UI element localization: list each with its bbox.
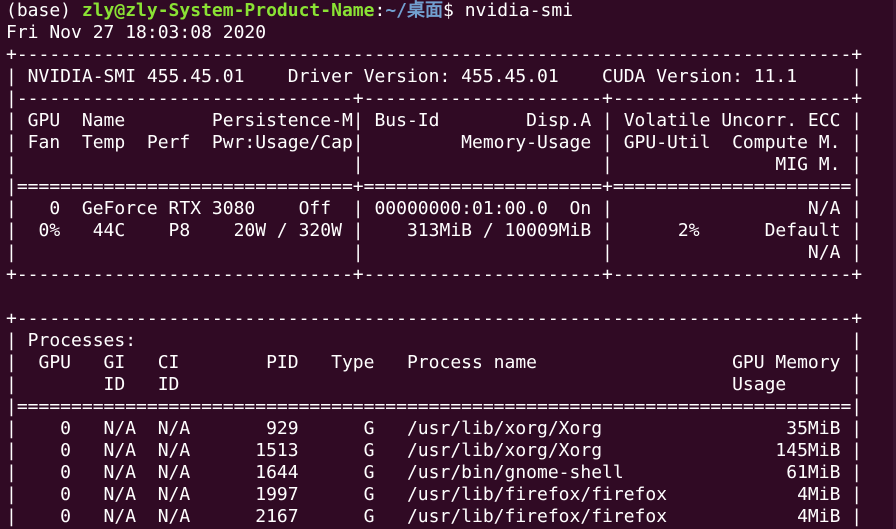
process-row: | 0 N/A N/A 929 G /usr/lib/xorg/Xorg 35M… (6, 418, 863, 439)
prompt-separator: : (374, 0, 386, 21)
conda-env: (base) (6, 0, 82, 21)
timestamp-line: Fri Nov 27 18:03:08 2020 (6, 22, 267, 43)
gpu-table-divider: |-------------------------------+-------… (6, 88, 863, 109)
gpu-row-3: | | | N/A | (6, 242, 863, 263)
process-row: | 0 N/A N/A 1997 G /usr/lib/firefox/fire… (6, 484, 863, 505)
gpu-table-header-2: | Fan Temp Perf Pwr:Usage/Cap| Memory-Us… (6, 132, 863, 153)
user-host: zly@zly-System-Product-Name (81, 0, 375, 21)
process-row: | 0 N/A N/A 2167 G /usr/lib/firefox/fire… (6, 506, 863, 527)
current-path: ~/桌面 (385, 0, 443, 21)
gpu-row-2: | 0% 44C P8 20W / 320W | 313MiB / 10009M… (6, 220, 863, 241)
process-table-header-separator: |=======================================… (6, 396, 863, 417)
process-table-border-top: +---------------------------------------… (6, 308, 863, 329)
process-table-header-2: | ID ID Usage | (6, 374, 863, 395)
process-row: | 0 N/A N/A 1513 G /usr/lib/xorg/Xorg 14… (6, 440, 863, 461)
gpu-table-header-separator: |===============================+=======… (6, 176, 863, 197)
gpu-table-border-bottom: +-------------------------------+-------… (6, 264, 863, 285)
gpu-table-header-1: | GPU Name Persistence-M| Bus-Id Disp.A … (6, 110, 863, 131)
processes-title: | Processes: | (6, 330, 863, 351)
shell-prompt-line: (base) zly@zly-System-Product-Name:~/桌面$… (6, 0, 896, 22)
process-table-header-1: | GPU GI CI PID Type Process name GPU Me… (6, 352, 863, 373)
prompt-symbol: $ (443, 0, 465, 21)
gpu-table-header-3: | | | MIG M. | (6, 154, 863, 175)
command-text: nvidia-smi (464, 0, 574, 21)
gpu-row-1: | 0 GeForce RTX 3080 Off | 00000000:01:0… (6, 198, 863, 219)
process-row: | 0 N/A N/A 1644 G /usr/bin/gnome-shell … (6, 462, 863, 483)
version-info-line: | NVIDIA-SMI 455.45.01 Driver Version: 4… (6, 66, 863, 87)
terminal-window[interactable]: (base) zly@zly-System-Product-Name:~/桌面$… (0, 0, 896, 529)
header-border-top: +---------------------------------------… (6, 44, 863, 65)
